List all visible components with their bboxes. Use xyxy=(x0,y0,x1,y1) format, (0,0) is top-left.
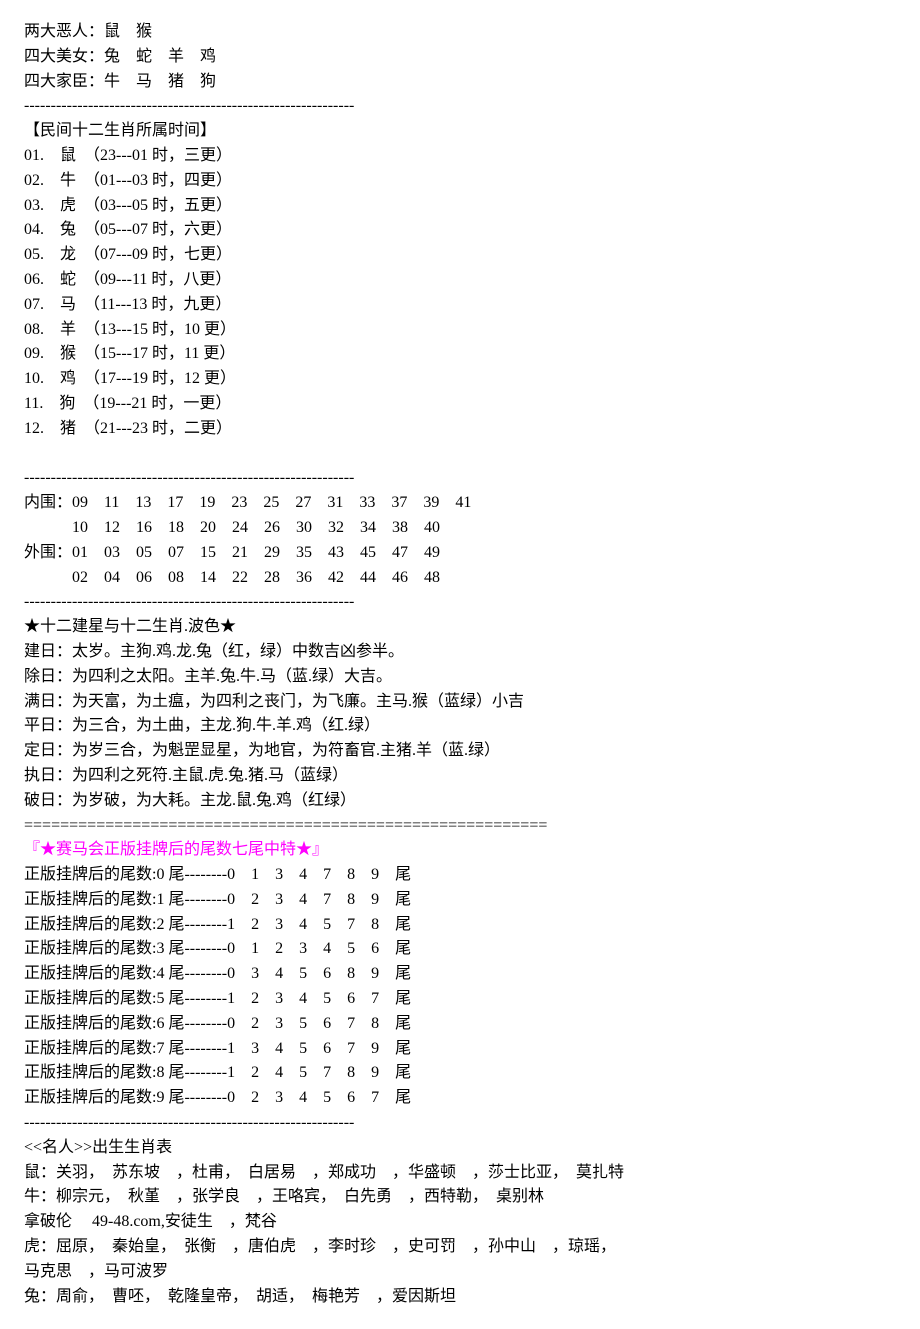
tail-line: 正版挂牌后的尾数:9 尾--------0 2 3 4 5 6 7 尾 xyxy=(24,1086,900,1111)
separator-dash: ----------------------------------------… xyxy=(24,466,900,491)
famous-line: 拿破伦 49-48.com,安徒生 ，梵谷 xyxy=(24,1210,900,1235)
zodiac-time-line: 09. 猴 （15---17 时，11 更） xyxy=(24,342,900,367)
jianxing-line: 满日：为天富，为土瘟，为四利之丧门，为飞廉。主马.猴（蓝绿）小吉 xyxy=(24,690,900,715)
zodiac-time-line: 06. 蛇 （09---11 时，八更） xyxy=(24,268,900,293)
intro-line-3: 四大家臣：牛 马 猪 狗 xyxy=(24,70,900,95)
jianxing-line: 建日：太岁。主狗.鸡.龙.兔（红，绿）中数吉凶参半。 xyxy=(24,640,900,665)
famous-line: 虎：屈原， 秦始皇， 张衡 ，唐伯虎 ，李时珍 ，史可罚 ，孙中山 ，琼瑶， xyxy=(24,1235,900,1260)
separator-dash: ----------------------------------------… xyxy=(24,94,900,119)
inner-ring-line-1: 内围：09 11 13 17 19 23 25 27 31 33 37 39 4… xyxy=(24,491,900,516)
zodiac-time-title: 【民间十二生肖所属时间】 xyxy=(24,119,900,144)
tail-line: 正版挂牌后的尾数:1 尾--------0 2 3 4 7 8 9 尾 xyxy=(24,888,900,913)
zodiac-time-line: 12. 猪 （21---23 时，二更） xyxy=(24,417,900,442)
blank-line xyxy=(24,442,900,467)
zodiac-time-line: 10. 鸡 （17---19 时，12 更） xyxy=(24,367,900,392)
tail-line: 正版挂牌后的尾数:3 尾--------0 1 2 3 4 5 6 尾 xyxy=(24,937,900,962)
tail-line: 正版挂牌后的尾数:7 尾--------1 3 4 5 6 7 9 尾 xyxy=(24,1037,900,1062)
zodiac-time-line: 05. 龙 （07---09 时，七更） xyxy=(24,243,900,268)
famous-line: 鼠：关羽， 苏东坡 ，杜甫， 白居易 ，郑成功 ，华盛顿 ，莎士比亚， 莫扎特 xyxy=(24,1161,900,1186)
tail-line: 正版挂牌后的尾数:6 尾--------0 2 3 5 6 7 8 尾 xyxy=(24,1012,900,1037)
tail-title: 『★赛马会正版挂牌后的尾数七尾中特★』 xyxy=(24,838,900,863)
zodiac-time-line: 03. 虎 （03---05 时，五更） xyxy=(24,194,900,219)
tail-line: 正版挂牌后的尾数:0 尾--------0 1 3 4 7 8 9 尾 xyxy=(24,863,900,888)
tail-line: 正版挂牌后的尾数:8 尾--------1 2 4 5 7 8 9 尾 xyxy=(24,1061,900,1086)
outer-ring-line-1: 外围：01 03 05 07 15 21 29 35 43 45 47 49 xyxy=(24,541,900,566)
separator-dash: ----------------------------------------… xyxy=(24,1111,900,1136)
zodiac-time-line: 01. 鼠 （23---01 时，三更） xyxy=(24,144,900,169)
famous-title: <<名人>>出生生肖表 xyxy=(24,1136,900,1161)
jianxing-line: 破日：为岁破，为大耗。主龙.鼠.兔.鸡（红绿） xyxy=(24,789,900,814)
jianxing-line: 定日：为岁三合，为魁罡显星，为地官，为符畜官.主猪.羊（蓝.绿） xyxy=(24,739,900,764)
intro-line-1: 两大恶人：鼠 猴 xyxy=(24,20,900,45)
jianxing-line: 平日：为三合，为土曲，主龙.狗.牛.羊.鸡（红.绿） xyxy=(24,714,900,739)
famous-line: 牛：柳宗元， 秋堇 ，张学良 ，王咯宾， 白先勇 ，西特勒， 桌别林 xyxy=(24,1185,900,1210)
zodiac-time-line: 07. 马 （11---13 时，九更） xyxy=(24,293,900,318)
inner-ring-line-2: 10 12 16 18 20 24 26 30 32 34 38 40 xyxy=(24,516,900,541)
outer-ring-line-2: 02 04 06 08 14 22 28 36 42 44 46 48 xyxy=(24,566,900,591)
separator-dash: ----------------------------------------… xyxy=(24,590,900,615)
intro-line-2: 四大美女：兔 蛇 羊 鸡 xyxy=(24,45,900,70)
famous-line: 兔：周俞， 曹呸， 乾隆皇帝， 胡适， 梅艳芳 ，爱因斯坦 xyxy=(24,1285,900,1310)
famous-line: 马克思 ，马可波罗 xyxy=(24,1260,900,1285)
zodiac-time-line: 04. 兔 （05---07 时，六更） xyxy=(24,218,900,243)
tail-line: 正版挂牌后的尾数:4 尾--------0 3 4 5 6 8 9 尾 xyxy=(24,962,900,987)
jianxing-line: 执日：为四利之死符.主鼠.虎.兔.猪.马（蓝绿） xyxy=(24,764,900,789)
separator-equal: ========================================… xyxy=(24,814,900,839)
zodiac-time-line: 02. 牛 （01---03 时，四更） xyxy=(24,169,900,194)
zodiac-time-line: 11. 狗 （19---21 时，一更） xyxy=(24,392,900,417)
zodiac-time-line: 08. 羊 （13---15 时，10 更） xyxy=(24,318,900,343)
tail-line: 正版挂牌后的尾数:2 尾--------1 2 3 4 5 7 8 尾 xyxy=(24,913,900,938)
tail-line: 正版挂牌后的尾数:5 尾--------1 2 3 4 5 6 7 尾 xyxy=(24,987,900,1012)
jianxing-title: ★十二建星与十二生肖.波色★ xyxy=(24,615,900,640)
jianxing-line: 除日：为四利之太阳。主羊.兔.牛.马（蓝.绿）大吉。 xyxy=(24,665,900,690)
